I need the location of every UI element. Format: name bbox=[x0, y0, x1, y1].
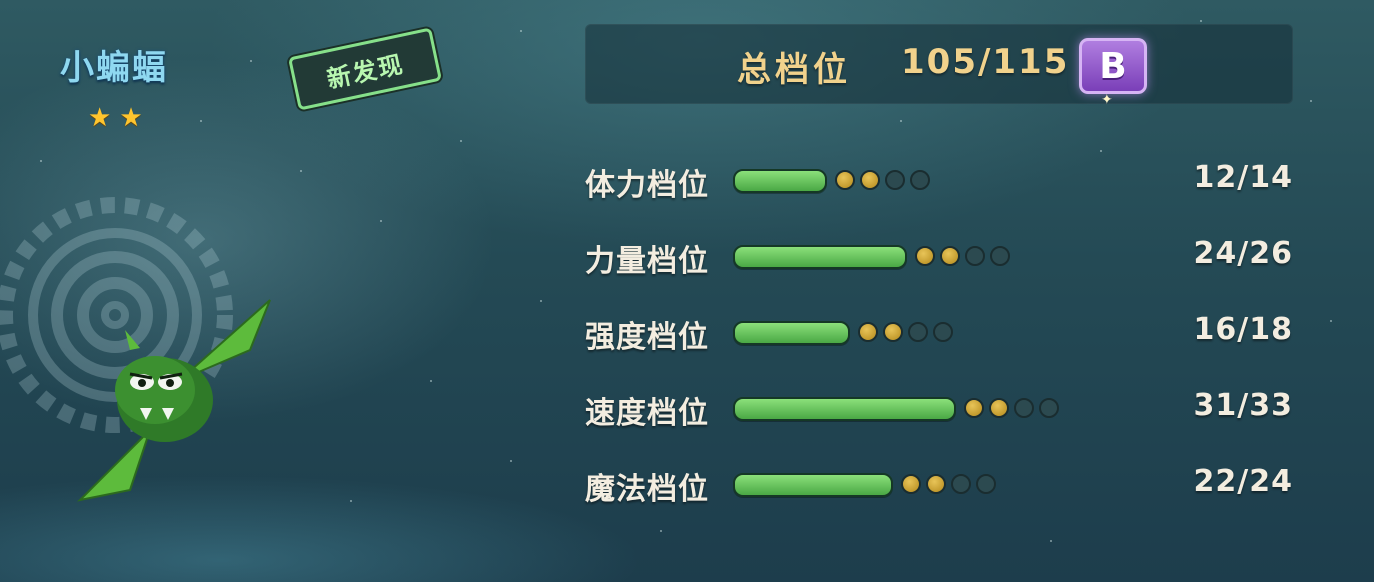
stat-dots bbox=[858, 322, 953, 342]
filled-dot-icon bbox=[964, 398, 984, 418]
filled-dot-icon bbox=[901, 474, 921, 494]
stat-value: 24/26 bbox=[1193, 236, 1293, 271]
total-grade-panel: 总档位 105/115 B ✦ bbox=[585, 24, 1293, 108]
filled-dot-icon bbox=[883, 322, 903, 342]
stat-dots bbox=[835, 170, 930, 190]
rarity-stars: ★ ★ bbox=[88, 104, 143, 132]
filled-dot-icon bbox=[858, 322, 878, 342]
stat-progress-bar bbox=[733, 245, 907, 269]
total-grade-label: 总档位 bbox=[737, 50, 851, 90]
grade-badge: B bbox=[1079, 38, 1147, 94]
stat-bar-track bbox=[733, 473, 1133, 497]
stat-value: 31/33 bbox=[1193, 388, 1293, 423]
empty-dot-icon bbox=[908, 322, 928, 342]
stat-progress-bar bbox=[733, 473, 893, 497]
filled-dot-icon bbox=[860, 170, 880, 190]
stat-value: 16/18 bbox=[1193, 312, 1293, 347]
empty-dot-icon bbox=[1014, 398, 1034, 418]
stat-progress-bar bbox=[733, 169, 827, 193]
stat-dots bbox=[915, 246, 1010, 266]
stat-dots bbox=[901, 474, 996, 494]
stat-bar-track bbox=[733, 397, 1133, 421]
stat-label: 速度档位 bbox=[585, 396, 709, 431]
stat-label: 强度档位 bbox=[585, 320, 709, 355]
filled-dot-icon bbox=[989, 398, 1009, 418]
empty-dot-icon bbox=[951, 474, 971, 494]
empty-dot-icon bbox=[885, 170, 905, 190]
empty-dot-icon bbox=[933, 322, 953, 342]
stat-progress-bar bbox=[733, 397, 956, 421]
stat-row: 魔法档位 22/24 bbox=[585, 464, 1293, 507]
empty-dot-icon bbox=[976, 474, 996, 494]
filled-dot-icon bbox=[940, 246, 960, 266]
stat-progress-bar bbox=[733, 321, 850, 345]
total-grade-value: 105/115 bbox=[901, 42, 1070, 82]
stat-row: 力量档位 24/26 bbox=[585, 236, 1293, 279]
stat-label: 魔法档位 bbox=[585, 472, 709, 507]
stat-row: 体力档位 12/14 bbox=[585, 160, 1293, 203]
stat-label: 力量档位 bbox=[585, 244, 709, 279]
pet-name: 小蝙蝠 bbox=[60, 48, 168, 88]
stat-label: 体力档位 bbox=[585, 168, 709, 203]
stat-bar-track bbox=[733, 245, 1133, 269]
stat-bar-track bbox=[733, 321, 1133, 345]
stat-dots bbox=[964, 398, 1059, 418]
stat-row: 强度档位 16/18 bbox=[585, 312, 1293, 355]
empty-dot-icon bbox=[965, 246, 985, 266]
green-bat-creature-icon bbox=[76, 299, 271, 502]
empty-dot-icon bbox=[990, 246, 1010, 266]
star-icon: ★ bbox=[88, 103, 112, 133]
filled-dot-icon bbox=[835, 170, 855, 190]
empty-dot-icon bbox=[1039, 398, 1059, 418]
sparkle-icon: ✦ bbox=[1101, 92, 1113, 108]
empty-dot-icon bbox=[910, 170, 930, 190]
stat-bar-track bbox=[733, 169, 1133, 193]
new-discovery-badge: 新发现 bbox=[287, 27, 443, 111]
filled-dot-icon bbox=[915, 246, 935, 266]
filled-dot-icon bbox=[926, 474, 946, 494]
star-icon: ★ bbox=[119, 103, 143, 133]
stat-row: 速度档位 31/33 bbox=[585, 388, 1293, 431]
stat-value: 12/14 bbox=[1193, 160, 1293, 195]
stat-value: 22/24 bbox=[1193, 464, 1293, 499]
